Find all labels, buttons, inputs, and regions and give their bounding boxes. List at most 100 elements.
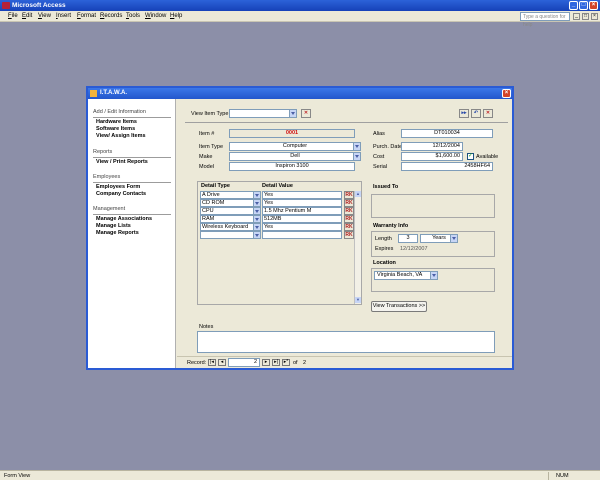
form-icon xyxy=(90,90,97,97)
record-navigator: Record: |◂ ◂ 2 ▸ ▸| ▸* of 2 xyxy=(177,356,512,368)
next-record-nav-icon[interactable]: ▸ xyxy=(262,359,270,366)
scroll-up-icon[interactable]: ▲ xyxy=(355,191,361,197)
undo-icon[interactable]: ↶ xyxy=(471,109,481,118)
detail-value-cell-new[interactable] xyxy=(262,231,342,239)
maximize-icon[interactable]: □ xyxy=(579,1,588,10)
detail-type-cell[interactable]: RAM xyxy=(200,215,261,223)
record-number-field[interactable]: 2 xyxy=(228,358,260,367)
details-scrollbar[interactable]: ▲ ▼ xyxy=(354,191,361,304)
row-action-icon[interactable]: RK xyxy=(344,191,354,199)
row-action-icon[interactable]: RK xyxy=(344,231,354,239)
section-heading-management: Management xyxy=(93,206,126,212)
detail-type-header: Detail Type xyxy=(201,183,230,189)
detail-value-cell[interactable]: Yes xyxy=(262,199,342,207)
detail-type-cell-new[interactable] xyxy=(200,231,261,239)
menu-window[interactable]: Window xyxy=(145,13,166,19)
serial-field[interactable]: 2458HF64 xyxy=(401,162,493,171)
view-transactions-button[interactable]: View Transactions >> xyxy=(371,301,427,312)
sidebar-link-manage-lists[interactable]: Manage Lists xyxy=(96,223,131,229)
divider xyxy=(93,117,171,118)
detail-type-cell[interactable]: CD ROM xyxy=(200,199,261,207)
sidebar-link-manage-associations[interactable]: Manage Associations xyxy=(96,216,152,222)
first-record-nav-icon[interactable]: |◂ xyxy=(208,359,216,366)
minimize-icon[interactable]: _ xyxy=(569,1,578,10)
details-subform: Detail Type Detail Value A Drive Yes RK … xyxy=(197,181,362,305)
sidebar-link-manage-reports[interactable]: Manage Reports xyxy=(96,230,139,236)
scroll-down-icon[interactable]: ▼ xyxy=(355,297,361,303)
available-label: Available xyxy=(476,154,499,160)
warranty-unit-select[interactable]: Years xyxy=(420,234,458,243)
sidebar-link-view-assign-items[interactable]: View/ Assign Items xyxy=(96,133,146,139)
row-action-icon[interactable]: RK xyxy=(344,223,354,231)
mdi-close-icon[interactable]: × xyxy=(591,13,598,20)
first-record-icon[interactable]: ▸▸ xyxy=(459,109,469,118)
delete-record-icon[interactable]: ✕ xyxy=(483,109,493,118)
status-num-lock: NUM xyxy=(556,473,569,479)
divider xyxy=(93,182,171,183)
model-field[interactable]: Inspiron 3100 xyxy=(229,162,355,171)
last-record-nav-icon[interactable]: ▸| xyxy=(272,359,280,366)
form-main-panel: View Item Type ✕ ▸▸ ↶ ✕ Item # 0001 Item… xyxy=(177,99,512,368)
new-record-nav-icon[interactable]: ▸* xyxy=(282,359,290,366)
close-icon[interactable]: × xyxy=(589,1,598,10)
menu-help[interactable]: Help xyxy=(170,13,182,19)
sidebar-link-view-print-reports[interactable]: View / Print Reports xyxy=(96,159,148,165)
detail-value-cell[interactable]: Yes xyxy=(262,223,342,231)
cost-label: Cost xyxy=(373,154,385,160)
item-no-field: 0001 xyxy=(229,129,355,138)
notes-label: Notes xyxy=(199,324,214,330)
menu-view[interactable]: View xyxy=(38,13,51,19)
status-view-mode: Form View xyxy=(4,473,31,479)
make-label: Make xyxy=(199,154,213,160)
menu-tools[interactable]: Tools xyxy=(126,13,140,19)
prev-record-nav-icon[interactable]: ◂ xyxy=(218,359,226,366)
record-total: 2 xyxy=(303,360,307,366)
menu-records[interactable]: Records xyxy=(100,13,122,19)
warranty-length-field[interactable]: 3 xyxy=(398,234,418,243)
notes-field[interactable] xyxy=(197,331,495,353)
alias-field[interactable]: DT010034 xyxy=(401,129,493,138)
chevron-down-icon xyxy=(289,110,296,117)
divider xyxy=(93,214,171,215)
serial-label: Serial xyxy=(373,164,388,170)
ask-question-input[interactable]: Type a question for help xyxy=(520,12,570,28)
cost-field[interactable]: $1,600.00 xyxy=(401,152,463,161)
chevron-down-icon xyxy=(253,224,260,230)
app-title: Microsoft Access xyxy=(12,2,66,9)
detail-value-cell[interactable]: 1.5 Mhz Pentium M xyxy=(262,207,342,215)
sidebar-link-company-contacts[interactable]: Company Contacts xyxy=(96,191,146,197)
warranty-heading: Warranty Info xyxy=(373,223,409,229)
sidebar-link-software-items[interactable]: Software Items xyxy=(96,126,135,132)
detail-type-cell[interactable]: Wireless Keyboard xyxy=(200,223,261,231)
menu-edit[interactable]: Edit xyxy=(22,13,32,19)
toolbar-divider xyxy=(185,122,508,123)
view-item-type-select[interactable] xyxy=(229,109,297,118)
issued-to-label: Issued To xyxy=(373,184,399,190)
detail-value-header: Detail Value xyxy=(262,183,293,189)
sidebar-link-hardware-items[interactable]: Hardware Items xyxy=(96,119,137,125)
purch-date-field[interactable]: 12/12/2004 xyxy=(401,142,463,151)
row-action-icon[interactable]: RK xyxy=(344,207,354,215)
menu-format[interactable]: Format xyxy=(77,13,96,19)
menu-file[interactable]: File xyxy=(8,13,18,19)
mdi-minimize-icon[interactable]: _ xyxy=(573,13,580,20)
purch-date-label: Purch. Date xyxy=(373,144,403,150)
sidebar-link-employees-form[interactable]: Employees Form xyxy=(96,184,140,190)
location-select[interactable]: Virginia Beach, VA xyxy=(374,271,438,280)
form-sidebar: Add / Edit Information Hardware Items So… xyxy=(88,99,176,368)
form-close-icon[interactable]: × xyxy=(502,89,511,98)
row-action-icon[interactable]: RK xyxy=(344,199,354,207)
detail-value-cell[interactable]: 512MB xyxy=(262,215,342,223)
detail-type-cell[interactable]: A Drive xyxy=(200,191,261,199)
detail-type-cell[interactable]: CPU xyxy=(200,207,261,215)
item-type-select[interactable]: Computer xyxy=(229,142,361,151)
mdi-restore-icon[interactable]: □ xyxy=(582,13,589,20)
make-select[interactable]: Dell xyxy=(229,152,361,161)
row-action-icon[interactable]: RK xyxy=(344,215,354,223)
available-checkbox[interactable]: ✓ xyxy=(467,153,474,160)
form-title-bar: I.T.A.W.A. × xyxy=(88,88,512,99)
filter-clear-icon[interactable]: ✕ xyxy=(301,109,311,118)
itawa-form-window: I.T.A.W.A. × Add / Edit Information Hard… xyxy=(86,86,514,370)
detail-value-cell[interactable]: Yes xyxy=(262,191,342,199)
menu-insert[interactable]: Insert xyxy=(56,13,71,19)
